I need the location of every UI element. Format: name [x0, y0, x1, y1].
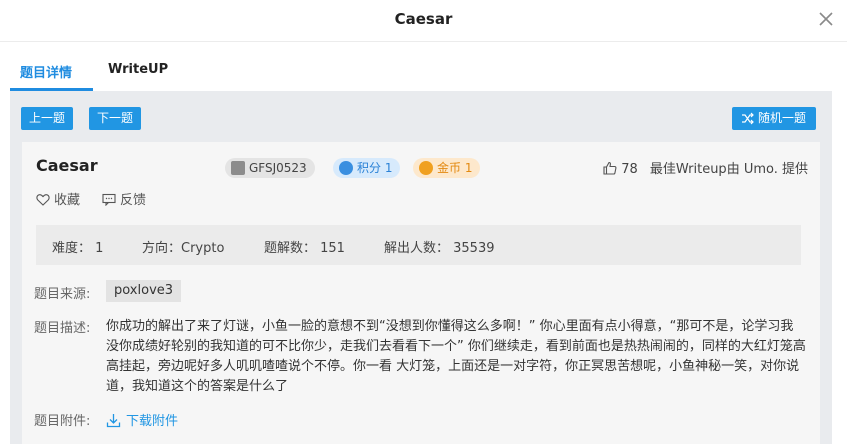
tab-writeup[interactable]: WriteUP — [108, 62, 168, 77]
download-attachment-link[interactable]: 下载附件 — [106, 410, 178, 429]
score-text: 积分 1 — [357, 161, 393, 175]
shuffle-icon — [742, 112, 754, 125]
modal-title: Caesar — [394, 10, 453, 28]
direction-stat: 方向：Crypto — [142, 241, 225, 256]
challenge-id-text: GFSJ0523 — [249, 161, 307, 175]
like-count: 78 — [621, 162, 638, 177]
heart-icon — [36, 194, 50, 206]
coin-tag: 金币 1 — [413, 158, 481, 178]
description-text: 你成功的解出了来了灯谜，小鱼一脸的意想不到“没想到你懂得这么多啊！” 你心里面有… — [106, 319, 806, 394]
next-challenge-button[interactable]: 下一题 — [89, 107, 141, 130]
writeup-info: 78 最佳Writeup由 Umo. 提供 — [603, 158, 808, 177]
random-challenge-button[interactable]: 随机一题 — [732, 107, 816, 130]
writeup-credit[interactable]: 最佳Writeup由 Umo. 提供 — [650, 162, 808, 177]
challenge-id-tag: GFSJ0523 — [225, 158, 315, 178]
tab-challenge-details[interactable]: 题目详情 — [20, 62, 72, 81]
source-label: 题目来源: — [34, 287, 91, 302]
stats-bar: 难度： 1 方向：Crypto 题解数： 151 解出人数： 35539 — [36, 225, 801, 265]
favorite-button[interactable]: 收藏 — [36, 189, 80, 208]
content-panel: 上一题 下一题 随机一题 Caesar GFSJ0523 积分 1 金币 1 7… — [10, 91, 832, 444]
attachment-label: 题目附件: — [34, 414, 91, 429]
favorite-label: 收藏 — [54, 193, 81, 208]
solvers-stat: 解出人数： 35539 — [384, 241, 495, 256]
tab-bar: 题目详情 WriteUP — [10, 56, 832, 91]
download-icon — [106, 414, 121, 428]
prev-challenge-button[interactable]: 上一题 — [21, 107, 73, 130]
coin-icon — [419, 161, 433, 175]
feedback-button[interactable]: 反馈 — [102, 189, 146, 208]
difficulty-stat: 难度： 1 — [52, 241, 104, 256]
feedback-label: 反馈 — [120, 193, 147, 208]
download-label: 下载附件 — [126, 414, 179, 429]
coin-text: 金币 1 — [437, 161, 473, 175]
solves-stat: 题解数： 151 — [264, 241, 345, 256]
description-label: 题目描述: — [34, 321, 91, 336]
qr-icon — [231, 161, 245, 175]
modal-header: Caesar — [0, 0, 847, 42]
source-value: poxlove3 — [106, 280, 182, 302]
challenge-modal: Caesar 题目详情 WriteUP 上一题 下一题 随机一题 Caesar … — [0, 0, 847, 444]
score-tag: 积分 1 — [333, 158, 401, 178]
close-icon[interactable] — [815, 8, 837, 30]
random-challenge-label: 随机一题 — [757, 111, 806, 125]
challenge-card: Caesar GFSJ0523 积分 1 金币 1 78 最佳Writeup由 … — [22, 142, 820, 444]
score-icon — [339, 161, 353, 175]
challenge-title: Caesar — [36, 156, 98, 175]
thumbs-up-icon[interactable] — [603, 161, 617, 175]
feedback-icon — [102, 193, 116, 207]
